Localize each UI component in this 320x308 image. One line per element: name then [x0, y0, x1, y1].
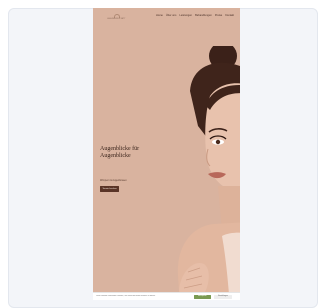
nav-item-treatments[interactable]: Behandlungen: [195, 14, 212, 17]
hero-headline-line-2: Augenblicke: [100, 153, 131, 159]
hero-headline-line-1: Augenblicke für: [100, 146, 140, 152]
nav-item-services[interactable]: Leistungen: [179, 14, 192, 17]
cookie-banner: Diese Website verwendet Cookies, um Ihne…: [93, 292, 240, 300]
main-navigation: Home Über uns Leistungen Behandlungen Pr…: [156, 14, 234, 17]
nav-item-home[interactable]: Home: [156, 14, 163, 17]
book-appointment-button[interactable]: Termin buchen: [100, 186, 119, 192]
hero-subline: Wimpern & Augenbrauen: [100, 179, 127, 182]
website-preview: LASHWERKSTATT Home Über uns Leistungen B…: [93, 8, 240, 300]
cookie-accept-button[interactable]: Akzeptieren: [194, 295, 211, 299]
nav-item-contact[interactable]: Kontakt: [225, 14, 234, 17]
logo-text: LASHWERKSTATT: [107, 18, 126, 20]
hero-headline: Augenblicke für Augenblicke: [100, 146, 160, 160]
cookie-settings-button[interactable]: Einstellungen: [214, 295, 232, 299]
cookie-notice-text: Diese Website verwendet Cookies, um Ihne…: [96, 295, 156, 297]
site-logo[interactable]: LASHWERKSTATT: [107, 14, 127, 20]
nav-item-about[interactable]: Über uns: [166, 14, 177, 17]
nav-item-prices[interactable]: Preise: [215, 14, 222, 17]
hero-portrait-image: [177, 46, 240, 300]
